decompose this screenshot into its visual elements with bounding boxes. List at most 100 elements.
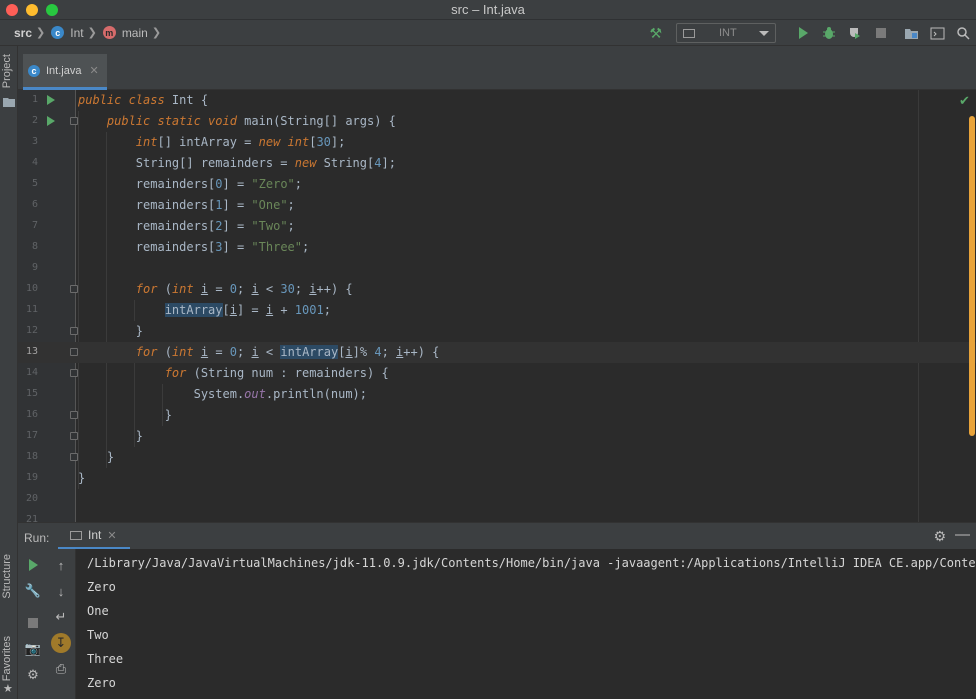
line-number: 2 — [31, 115, 38, 126]
camera-icon[interactable]: 📷 — [23, 639, 43, 659]
run-panel-label: Run: — [24, 531, 50, 545]
class-c-icon: c — [28, 64, 40, 77]
terminal-button[interactable] — [924, 20, 950, 46]
code-text: for (int i = 0; i < intArray[i]% 4; i++)… — [135, 345, 440, 359]
minimize-window-button[interactable] — [26, 4, 38, 16]
method-m-icon: m — [102, 26, 116, 39]
window-controls — [6, 4, 58, 16]
line-number: 4 — [31, 157, 38, 168]
rerun-button[interactable] — [23, 555, 43, 575]
down-arrow-icon[interactable]: ↓ — [51, 581, 71, 601]
line-number: 21 — [25, 514, 38, 522]
scroll-to-end-icon[interactable]: ↧ — [51, 633, 71, 653]
line-number: 13 — [25, 346, 38, 357]
run-gutter-icon[interactable] — [47, 116, 55, 126]
close-window-button[interactable] — [6, 4, 18, 16]
code-text: } — [78, 408, 172, 422]
code-line: 6 remainders[1] = "One"; — [18, 195, 976, 216]
code-line: 21 — [18, 510, 976, 522]
run-tab-int[interactable]: Int ✕ — [58, 523, 130, 550]
run-gutter-icon[interactable] — [47, 95, 55, 105]
code-text: remainders[1] = "One"; — [78, 198, 295, 212]
line-number: 10 — [25, 283, 38, 294]
code-line: 20 — [18, 489, 976, 510]
code-line: 17 } — [18, 426, 976, 447]
line-number: 16 — [25, 409, 38, 420]
run-panel-header: Run: Int ✕ ⚙ — — [18, 522, 976, 550]
stop-button[interactable] — [868, 20, 894, 46]
project-tool-button[interactable]: Project — [1, 54, 13, 88]
gear-icon[interactable]: ⚙ — [933, 528, 946, 545]
close-icon[interactable]: ✕ — [107, 529, 116, 542]
console-line: Three — [87, 652, 124, 666]
fold-icon[interactable] — [70, 453, 78, 461]
code-text: } — [78, 450, 115, 464]
line-number: 8 — [31, 241, 38, 252]
code-line: 4 String[] remainders = new String[4]; — [18, 153, 976, 174]
code-text: remainders[2] = "Two"; — [78, 219, 295, 233]
soft-wrap-icon[interactable]: ↵ — [51, 607, 71, 627]
chevron-down-icon — [759, 31, 769, 36]
close-icon[interactable]: ✕ — [89, 64, 98, 77]
line-number: 17 — [25, 430, 38, 441]
left-tool-strip: Project Structure Favorites ★ — [0, 46, 18, 699]
editor-scrollbar[interactable] — [969, 116, 975, 436]
project-structure-button[interactable] — [898, 20, 924, 46]
folder-icon — [3, 98, 15, 107]
tab-int-java[interactable]: c Int.java ✕ — [23, 54, 107, 90]
code-editor[interactable]: 1 public class Int { 2 public static voi… — [18, 90, 976, 522]
chevron-right-icon: ❯ — [36, 27, 46, 39]
coverage-button[interactable] — [842, 20, 868, 46]
star-icon: ★ — [3, 683, 13, 695]
minus-icon[interactable]: — — [955, 526, 970, 543]
fold-icon[interactable] — [70, 285, 78, 293]
favorites-tool-button[interactable]: Favorites — [1, 636, 13, 681]
application-icon — [70, 530, 82, 540]
application-icon — [683, 28, 695, 38]
line-number: 7 — [31, 220, 38, 231]
play-icon — [798, 27, 808, 39]
breadcrumb-src-label: src — [14, 25, 33, 40]
fold-icon[interactable] — [70, 117, 78, 125]
bug-icon — [823, 27, 835, 39]
code-line: 1 public class Int { — [18, 90, 976, 111]
breadcrumb-class[interactable]: c Int ❯ — [51, 26, 103, 40]
hammer-icon[interactable]: ⚒ — [649, 25, 662, 42]
print-icon[interactable]: ⎙ — [51, 659, 71, 679]
code-line: 11 intArray[i] = i + 1001; — [18, 300, 976, 321]
line-number: 14 — [25, 367, 38, 378]
search-button[interactable] — [950, 20, 976, 46]
run-toolbar: ↑ 🔧 ↓ ↵ ↧ 📷 ⎙ ⚙ — [18, 549, 76, 699]
code-text: int[] intArray = new int[30]; — [135, 135, 346, 149]
line-number: 9 — [31, 262, 38, 273]
structure-tool-button[interactable]: Structure — [1, 554, 13, 599]
fold-icon[interactable] — [70, 348, 78, 356]
debug-button[interactable] — [816, 20, 842, 46]
code-line: 16 } — [18, 405, 976, 426]
line-number: 6 — [31, 199, 38, 210]
fold-icon[interactable] — [70, 411, 78, 419]
fold-icon[interactable] — [70, 327, 78, 335]
fold-icon[interactable] — [70, 432, 78, 440]
breadcrumb-method[interactable]: m main ❯ — [102, 25, 167, 40]
wrench-icon[interactable]: 🔧 — [23, 581, 43, 601]
search-icon — [957, 27, 970, 40]
stop-button[interactable] — [23, 613, 43, 633]
code-line: 3 int[] intArray = new int[30]; — [18, 132, 976, 153]
console-output[interactable]: /Library/Java/JavaVirtualMachines/jdk-11… — [76, 549, 976, 699]
console-line: Zero — [87, 580, 116, 594]
code-line: 18 } — [18, 447, 976, 468]
fold-icon[interactable] — [70, 369, 78, 377]
settings-gear-icon[interactable]: ⚙ — [23, 665, 43, 685]
breadcrumb-src[interactable]: src ❯ — [14, 26, 51, 40]
zoom-window-button[interactable] — [46, 4, 58, 16]
run-button[interactable] — [790, 20, 816, 46]
console-line: /Library/Java/JavaVirtualMachines/jdk-11… — [87, 556, 976, 570]
chevron-right-icon: ❯ — [151, 27, 162, 39]
window-title: src – Int.java — [451, 2, 525, 17]
run-config-dropdown[interactable]: INT — [676, 23, 776, 43]
breadcrumb-method-label: main — [121, 25, 148, 40]
code-text: for (int i = 0; i < 30; i++) { — [135, 282, 353, 296]
class-c-icon: c — [51, 26, 65, 39]
up-arrow-icon[interactable]: ↑ — [51, 555, 71, 575]
